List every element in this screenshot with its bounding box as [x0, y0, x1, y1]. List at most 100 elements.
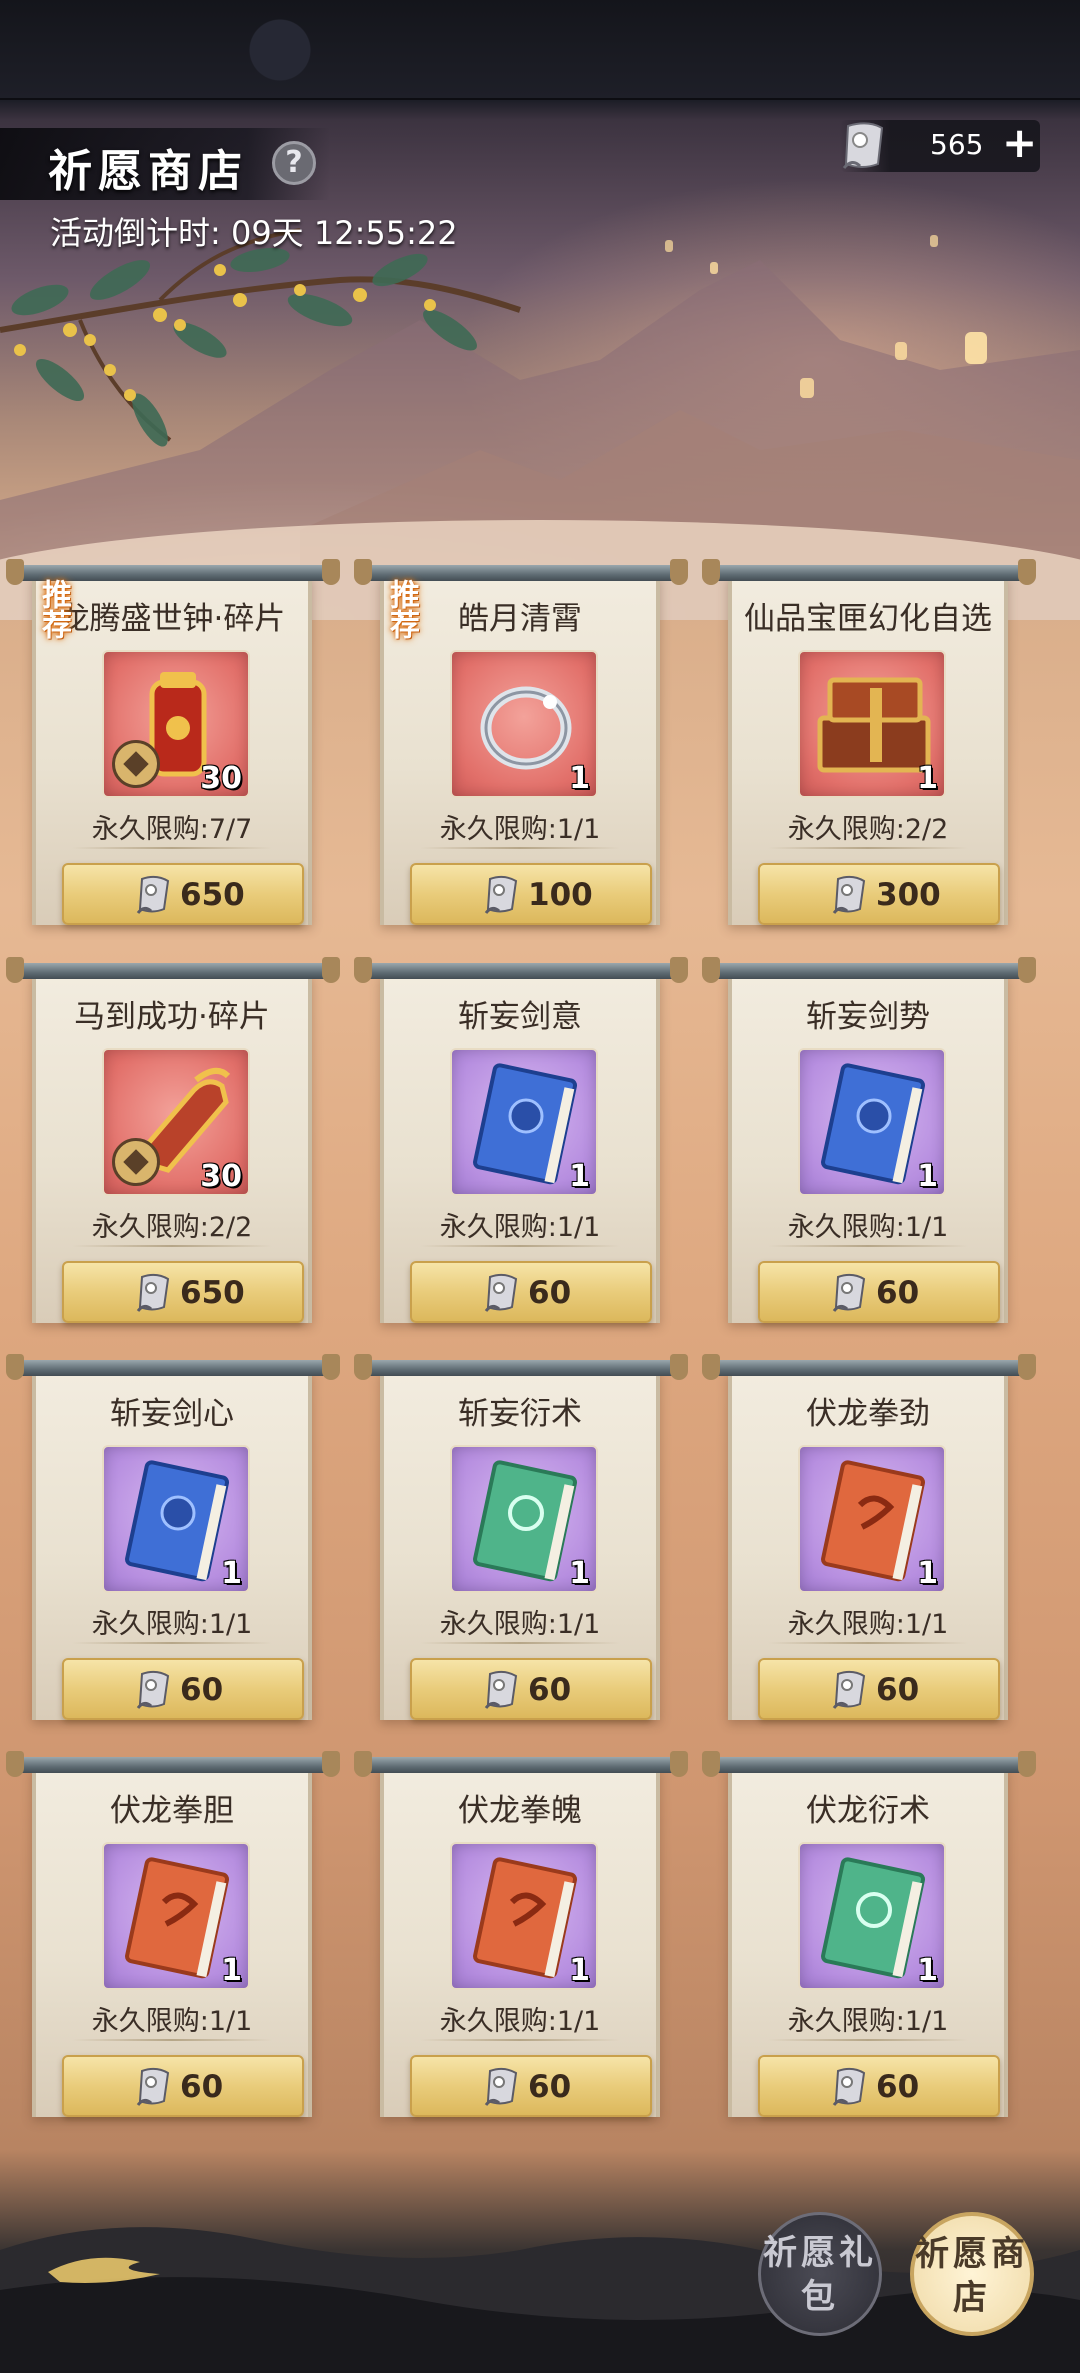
item-quantity: 30	[200, 1159, 242, 1194]
buy-button[interactable]: 300	[758, 863, 1000, 925]
buy-button[interactable]: 60	[758, 1261, 1000, 1323]
item-icon-frame[interactable]: 1	[798, 1445, 946, 1593]
item-name: 斩妄剑意	[458, 999, 582, 1035]
item-quantity: 1	[569, 761, 590, 796]
item-quantity: 30	[200, 761, 242, 796]
divider	[768, 2039, 968, 2041]
shop-item-card[interactable]: 斩妄剑心 1 永久限购:1/1 60	[6, 1354, 340, 1720]
scroll-currency-icon	[484, 1273, 518, 1312]
item-icon-frame[interactable]: 1	[798, 1842, 946, 1990]
shop-item-card[interactable]: 伏龙拳劲 1 永久限购:1/1 60	[702, 1354, 1036, 1720]
shop-item-card[interactable]: 龙腾盛世钟·碎片 推荐 30 永久限购:7/7 650	[6, 559, 340, 925]
price-value: 60	[876, 1672, 920, 1708]
item-quantity: 1	[569, 1159, 590, 1194]
scroll-rod	[702, 1751, 1036, 1777]
divider	[420, 1642, 620, 1644]
item-icon-frame[interactable]: 1	[102, 1842, 250, 1990]
shop-item-card[interactable]: 伏龙拳魄 1 永久限购:1/1 60	[354, 1751, 688, 2117]
item-icon-frame[interactable]: 1	[450, 1445, 598, 1593]
scroll-currency-icon	[136, 2067, 170, 2106]
price-value: 60	[528, 1672, 572, 1708]
tab-wish-gift-pack[interactable]: 祈愿礼包	[758, 2212, 882, 2336]
scroll-rod	[354, 1751, 688, 1777]
scroll-rod	[702, 559, 1036, 585]
scroll-rod	[702, 1354, 1036, 1380]
item-name: 龙腾盛世钟·碎片	[58, 601, 286, 637]
item-icon-frame[interactable]: 1	[798, 650, 946, 798]
shop-item-card[interactable]: 仙品宝匣幻化自选 1 永久限购:2/2 300	[702, 559, 1036, 925]
add-currency-button[interactable]: +	[1002, 118, 1037, 167]
divider	[72, 847, 272, 849]
fragment-mark-icon	[112, 1138, 160, 1186]
price-value: 60	[528, 1275, 572, 1311]
scroll-rod	[6, 957, 340, 983]
scroll-currency-icon	[832, 875, 866, 914]
item-quantity: 1	[917, 761, 938, 796]
purchase-limit: 永久限购:2/2	[787, 814, 949, 845]
purchase-limit: 永久限购:1/1	[91, 1609, 253, 1640]
purchase-limit: 永久限购:1/1	[787, 2006, 949, 2037]
scroll-currency-icon	[832, 1273, 866, 1312]
currency-amount: 565	[930, 128, 984, 161]
price-value: 650	[180, 1275, 245, 1311]
scroll-rod	[354, 1354, 688, 1380]
top-banner	[0, 0, 1080, 100]
purchase-limit: 永久限购:1/1	[787, 1212, 949, 1243]
purchase-limit: 永久限购:7/7	[91, 814, 253, 845]
recommended-badge: 推荐	[384, 579, 419, 639]
scroll-currency-icon	[136, 1273, 170, 1312]
shop-item-card[interactable]: 皓月清霄 推荐 1 永久限购:1/1 100	[354, 559, 688, 925]
shop-item-card[interactable]: 斩妄剑势 1 永久限购:1/1 60	[702, 957, 1036, 1323]
buy-button[interactable]: 60	[758, 2055, 1000, 2117]
help-button[interactable]: ?	[272, 141, 316, 185]
purchase-limit: 永久限购:1/1	[91, 2006, 253, 2037]
item-icon-frame[interactable]: 1	[102, 1445, 250, 1593]
scroll-rod	[354, 957, 688, 983]
buy-button[interactable]: 60	[758, 1658, 1000, 1720]
page-title: 祈愿商店	[48, 146, 248, 197]
item-icon-frame[interactable]: 30	[102, 1048, 250, 1196]
buy-button[interactable]: 60	[410, 1261, 652, 1323]
scroll-rod	[6, 1354, 340, 1380]
shop-item-card[interactable]: 伏龙拳胆 1 永久限购:1/1 60	[6, 1751, 340, 2117]
scroll-currency-icon	[842, 122, 884, 169]
item-icon-frame[interactable]: 1	[450, 650, 598, 798]
item-icon-frame[interactable]: 1	[798, 1048, 946, 1196]
osmanthus-branch	[0, 228, 521, 447]
price-value: 60	[180, 2069, 224, 2105]
purchase-limit: 永久限购:1/1	[787, 1609, 949, 1640]
divider	[72, 1642, 272, 1644]
purchase-limit: 永久限购:1/1	[439, 1609, 601, 1640]
scroll-currency-icon	[484, 875, 518, 914]
buy-button[interactable]: 60	[410, 1658, 652, 1720]
item-name: 伏龙拳魄	[458, 1793, 582, 1829]
item-icon-frame[interactable]: 1	[450, 1842, 598, 1990]
price-value: 650	[180, 877, 245, 913]
price-value: 60	[876, 1275, 920, 1311]
buy-button[interactable]: 60	[410, 2055, 652, 2117]
fragment-mark-icon	[112, 740, 160, 788]
buy-button[interactable]: 650	[62, 863, 304, 925]
buy-button[interactable]: 100	[410, 863, 652, 925]
item-quantity: 1	[221, 1556, 242, 1591]
shop-item-card[interactable]: 斩妄剑意 1 永久限购:1/1 60	[354, 957, 688, 1323]
buy-button[interactable]: 650	[62, 1261, 304, 1323]
item-name: 斩妄剑心	[110, 1396, 234, 1432]
item-icon-frame[interactable]: 1	[450, 1048, 598, 1196]
shop-item-card[interactable]: 伏龙衍术 1 永久限购:1/1 60	[702, 1751, 1036, 2117]
buy-button[interactable]: 60	[62, 2055, 304, 2117]
item-icon-frame[interactable]: 30	[102, 650, 250, 798]
buy-button[interactable]: 60	[62, 1658, 304, 1720]
price-value: 60	[528, 2069, 572, 2105]
price-value: 300	[876, 877, 941, 913]
price-value: 100	[528, 877, 593, 913]
shop-item-card[interactable]: 马到成功·碎片 30 永久限购:2/2 650	[6, 957, 340, 1323]
shop-item-card[interactable]: 斩妄衍术 1 永久限购:1/1 60	[354, 1354, 688, 1720]
item-quantity: 1	[221, 1953, 242, 1988]
tab-wish-shop[interactable]: 祈愿商店	[910, 2212, 1034, 2336]
scroll-currency-icon	[832, 1670, 866, 1709]
scroll-currency-icon	[484, 2067, 518, 2106]
item-quantity: 1	[569, 1953, 590, 1988]
price-value: 60	[876, 2069, 920, 2105]
item-quantity: 1	[917, 1953, 938, 1988]
